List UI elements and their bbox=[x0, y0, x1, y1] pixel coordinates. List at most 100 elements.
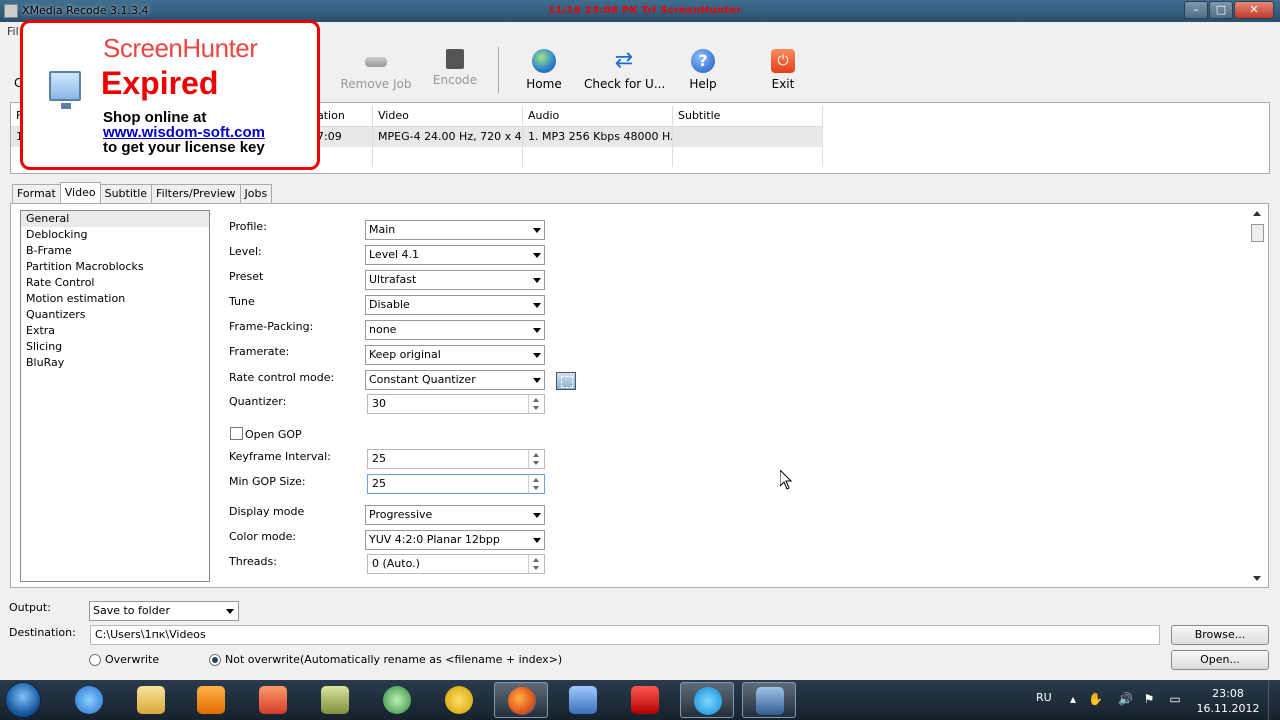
profile-select[interactable]: Main bbox=[365, 220, 545, 240]
level-select[interactable]: Level 4.1 bbox=[365, 245, 545, 265]
check-updates-button[interactable]: ⇄ Check for U... bbox=[584, 49, 665, 92]
category-extra[interactable]: Extra bbox=[21, 323, 209, 339]
tray-hand-icon[interactable]: ✋ bbox=[1088, 692, 1103, 706]
chevron-down-icon bbox=[533, 538, 541, 543]
browse-button[interactable]: Browse... bbox=[1171, 625, 1269, 645]
taskbar-app[interactable] bbox=[370, 682, 424, 718]
scroll-down-icon[interactable] bbox=[1253, 576, 1261, 581]
encode-button[interactable]: Encode bbox=[415, 49, 495, 87]
start-button[interactable] bbox=[5, 682, 41, 718]
keyframe-interval-stepper[interactable]: 25 bbox=[367, 449, 545, 469]
chevron-down-icon bbox=[533, 353, 541, 358]
help-button[interactable]: ? Help bbox=[663, 49, 743, 91]
category-b-frame[interactable]: B-Frame bbox=[21, 243, 209, 259]
category-list[interactable]: General Deblocking B-Frame Partition Mac… bbox=[20, 210, 210, 582]
frame-packing-select[interactable]: none bbox=[365, 320, 545, 340]
show-desktop-button[interactable] bbox=[1268, 680, 1280, 720]
col-subtitle[interactable]: Subtitle bbox=[673, 106, 823, 126]
menu-file[interactable]: Fil bbox=[7, 25, 19, 38]
taskbar-app[interactable] bbox=[184, 682, 238, 718]
display-mode-select[interactable]: Progressive bbox=[365, 505, 545, 525]
tab-format[interactable]: Format bbox=[12, 184, 61, 203]
tab-filters-preview[interactable]: Filters/Preview bbox=[151, 184, 241, 203]
min-gop-label: Min GOP Size: bbox=[229, 475, 306, 488]
open-button[interactable]: Open... bbox=[1171, 650, 1269, 670]
skype-icon bbox=[694, 687, 722, 715]
category-quantizers[interactable]: Quantizers bbox=[21, 307, 209, 323]
remove-job-button[interactable]: Remove Job bbox=[336, 49, 416, 91]
taskbar-app[interactable] bbox=[742, 682, 796, 718]
preset-select[interactable]: Ultrafast bbox=[365, 270, 545, 290]
category-rate-control[interactable]: Rate Control bbox=[21, 275, 209, 291]
globe-icon bbox=[532, 49, 556, 73]
min-gop-stepper[interactable]: 25 bbox=[367, 474, 545, 494]
taskbar-app[interactable] bbox=[432, 682, 486, 718]
cell-audio: 1. MP3 256 Kbps 48000 H... bbox=[523, 127, 673, 147]
maximize-button[interactable]: □ bbox=[1209, 1, 1233, 19]
stepper-buttons[interactable] bbox=[528, 450, 544, 468]
stepper-buttons[interactable] bbox=[528, 395, 544, 413]
quantizer-stepper[interactable]: 30 bbox=[367, 394, 545, 414]
monitor-hand-icon bbox=[49, 71, 81, 109]
category-general[interactable]: General bbox=[21, 211, 209, 227]
col-audio[interactable]: Audio bbox=[523, 106, 673, 126]
home-button[interactable]: Home bbox=[504, 49, 584, 91]
flag-icon[interactable]: ⚑ bbox=[1142, 692, 1156, 706]
chevron-down-icon bbox=[533, 328, 541, 333]
chevron-down-icon bbox=[533, 228, 541, 233]
destination-field[interactable]: C:\Users\1пк\Videos bbox=[90, 625, 1160, 645]
display-mode-label: Display mode bbox=[229, 505, 305, 518]
category-partition-macroblocks[interactable]: Partition Macroblocks bbox=[21, 259, 209, 275]
tray-expand-icon[interactable]: ▴ bbox=[1066, 692, 1080, 706]
not-overwrite-radio[interactable] bbox=[209, 654, 221, 666]
output-select[interactable]: Save to folder bbox=[89, 601, 239, 621]
scrollbar-thumb[interactable] bbox=[1251, 224, 1264, 242]
tune-value: Disable bbox=[369, 298, 410, 311]
overwrite-radio[interactable] bbox=[89, 654, 101, 666]
stepper-buttons[interactable] bbox=[528, 555, 544, 573]
keyframe-interval-label: Keyframe Interval: bbox=[229, 450, 331, 463]
taskbar-app[interactable] bbox=[124, 682, 178, 718]
help-label: Help bbox=[689, 77, 717, 91]
window-controls: – □ ✕ bbox=[1184, 1, 1274, 19]
stepper-buttons[interactable] bbox=[528, 475, 544, 493]
app-icon[interactable] bbox=[4, 4, 18, 18]
tab-subtitle[interactable]: Subtitle bbox=[99, 184, 153, 203]
category-motion-estimation[interactable]: Motion estimation bbox=[21, 291, 209, 307]
rate-control-select[interactable]: Constant Quantizer bbox=[365, 370, 545, 390]
tab-video[interactable]: Video bbox=[59, 182, 101, 203]
taskbar-app[interactable] bbox=[680, 682, 734, 718]
close-button[interactable]: ✕ bbox=[1234, 1, 1274, 19]
taskbar-app[interactable] bbox=[494, 682, 548, 718]
taskbar-app[interactable] bbox=[62, 682, 116, 718]
framerate-select[interactable]: Keep original bbox=[365, 345, 545, 365]
scroll-up-icon[interactable] bbox=[1253, 211, 1261, 216]
taskbar-app[interactable] bbox=[246, 682, 300, 718]
category-deblocking[interactable]: Deblocking bbox=[21, 227, 209, 243]
category-slicing[interactable]: Slicing bbox=[21, 339, 209, 355]
taskbar-app[interactable] bbox=[308, 682, 362, 718]
minimize-button[interactable]: – bbox=[1184, 1, 1208, 19]
exit-button[interactable]: ⏻ Exit bbox=[743, 49, 823, 91]
panel-scrollbar[interactable] bbox=[1250, 208, 1265, 584]
tab-jobs[interactable]: Jobs bbox=[239, 184, 273, 203]
language-indicator[interactable]: RU bbox=[1036, 691, 1052, 704]
color-mode-select[interactable]: YUV 4:2:0 Planar 12bpp bbox=[365, 530, 545, 550]
frame-packing-label: Frame-Packing: bbox=[229, 320, 314, 333]
calculator-button[interactable] bbox=[556, 372, 576, 390]
threads-stepper[interactable]: 0 (Auto.) bbox=[367, 554, 545, 574]
network-icon[interactable]: ▭ bbox=[1168, 692, 1182, 706]
taskbar-clock[interactable]: 23:08 16.11.2012 bbox=[1196, 686, 1260, 716]
taskbar-app[interactable] bbox=[556, 682, 610, 718]
col-video[interactable]: Video bbox=[373, 106, 523, 126]
help-icon: ? bbox=[691, 49, 715, 73]
tab-bar: Format Video Subtitle Filters/Preview Jo… bbox=[12, 182, 273, 203]
arrow-up-icon bbox=[533, 453, 539, 457]
framerate-label: Framerate: bbox=[229, 345, 290, 358]
taskbar-app[interactable] bbox=[618, 682, 672, 718]
open-gop-checkbox[interactable] bbox=[230, 427, 243, 440]
volume-icon[interactable]: 🔊 bbox=[1118, 692, 1133, 706]
tune-select[interactable]: Disable bbox=[365, 295, 545, 315]
category-bluray[interactable]: BluRay bbox=[21, 355, 209, 371]
screenhunter-expired-overlay[interactable]: ScreenHunter Expired Shop online at www.… bbox=[20, 20, 320, 170]
